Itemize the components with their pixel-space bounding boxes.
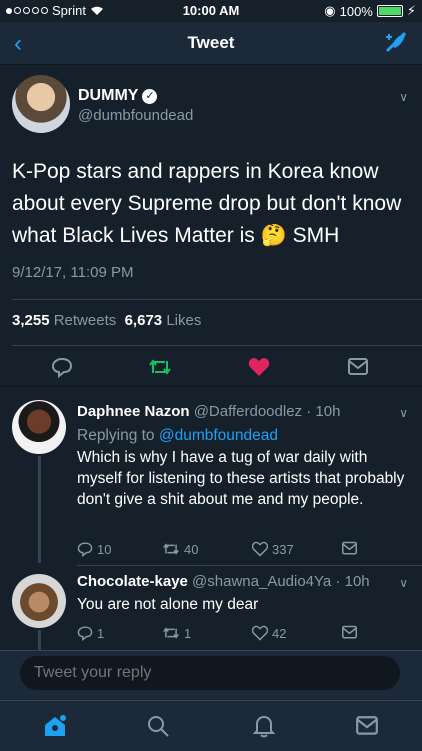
retweet-action[interactable]: 40 [162, 541, 198, 557]
replying-to-label: Replying to [77, 427, 155, 444]
chevron-down-icon[interactable]: ∨ [399, 90, 408, 104]
like-action[interactable]: 42 [252, 625, 286, 641]
tweet-timestamp: 9/12/17, 11:09 PM [12, 264, 134, 281]
reply-icon [77, 626, 93, 641]
like-count: 6,673 [124, 312, 163, 329]
reply-text: Which is why I have a tug of war daily w… [77, 449, 405, 508]
thread-line [38, 630, 41, 650]
battery-icon [376, 5, 403, 17]
status-bar: Sprint 10:00 AM ◉ 100% ⚡ [0, 0, 422, 22]
author-name-row[interactable]: DUMMY ✓ [78, 87, 158, 105]
divider [12, 299, 422, 300]
thread-line [38, 456, 41, 563]
divider [0, 386, 422, 387]
retweet-icon [163, 627, 179, 639]
reply-action[interactable]: 1 [77, 625, 104, 641]
chevron-down-icon[interactable]: ∨ [399, 406, 408, 420]
retweet-icon [163, 543, 179, 555]
reply-author-handle: @Dafferdoodlez [193, 403, 303, 420]
replying-to-link[interactable]: @dumbfoundead [159, 427, 278, 444]
retweet-count: 40 [184, 541, 199, 557]
avatar[interactable] [12, 75, 70, 133]
retweet-count: 3,255 [12, 312, 50, 329]
tweet-text: K-Pop stars and rappers in Korea know ab… [12, 160, 402, 247]
retweet-action[interactable]: 1 [162, 625, 191, 641]
reply-author-name: Chocolate-kaye [77, 573, 188, 590]
reply-input[interactable] [20, 656, 400, 690]
tab-bar [0, 700, 422, 751]
share-icon[interactable] [341, 625, 358, 640]
tweet-actions [0, 354, 422, 382]
battery-group: ◉ 100% ⚡ [324, 3, 416, 19]
reply-author-name: Daphnee Nazon [77, 403, 190, 420]
share-icon[interactable] [341, 541, 358, 556]
reply-text: You are not alone my dear [77, 596, 259, 613]
retweet-count: 1 [184, 625, 192, 641]
reply-actions: 10 40 337 [77, 541, 377, 559]
reply-time: · 10h [306, 403, 341, 420]
battery-percent: 100% [339, 3, 373, 19]
messages-icon[interactable] [355, 715, 379, 737]
like-count-label: Likes [166, 312, 202, 329]
reply-action[interactable]: 10 [77, 541, 111, 557]
reply-count: 10 [97, 541, 112, 557]
reply-author-handle: @shawna_Audio4Ya [192, 573, 332, 590]
reply-actions: 1 1 42 [77, 625, 377, 643]
retweet-count-label: Retweets [53, 312, 117, 329]
verified-icon: ✓ [142, 88, 158, 104]
nav-bar: ‹ Tweet [0, 22, 422, 65]
reply-icon[interactable] [51, 356, 73, 378]
like-count: 337 [272, 541, 294, 557]
like-icon [252, 625, 268, 641]
search-icon[interactable] [146, 714, 170, 738]
reply-header[interactable]: Chocolate-kaye @shawna_Audio4Ya · 10h [77, 573, 370, 590]
author-name: DUMMY [78, 87, 139, 104]
tweet-stats[interactable]: 3,255 Retweets 6,673 Likes [12, 312, 201, 329]
divider [12, 345, 422, 346]
like-action[interactable]: 337 [252, 541, 294, 557]
avatar[interactable] [12, 574, 66, 628]
author-handle: @dumbfoundead [78, 107, 194, 124]
page-title: Tweet [187, 33, 235, 52]
retweet-icon[interactable] [148, 356, 172, 378]
charging-icon: ⚡ [406, 3, 416, 18]
replying-to: Replying to @dumbfoundead [77, 425, 278, 446]
like-icon[interactable] [248, 356, 270, 378]
avatar[interactable] [12, 400, 66, 454]
like-count: 42 [272, 625, 287, 641]
reply-count: 1 [97, 625, 105, 641]
home-icon[interactable] [42, 714, 68, 738]
like-icon [252, 541, 268, 557]
divider [77, 565, 422, 566]
chevron-down-icon[interactable]: ∨ [399, 576, 408, 590]
compose-tweet-icon[interactable] [384, 30, 410, 59]
share-icon[interactable] [347, 357, 369, 377]
reply-header[interactable]: Daphnee Nazon @Dafferdoodlez · 10h [77, 403, 340, 420]
reply-icon [77, 542, 93, 557]
rotation-lock-icon: ◉ [324, 3, 336, 18]
notifications-icon[interactable] [252, 713, 276, 739]
reply-time: · 10h [335, 573, 370, 590]
